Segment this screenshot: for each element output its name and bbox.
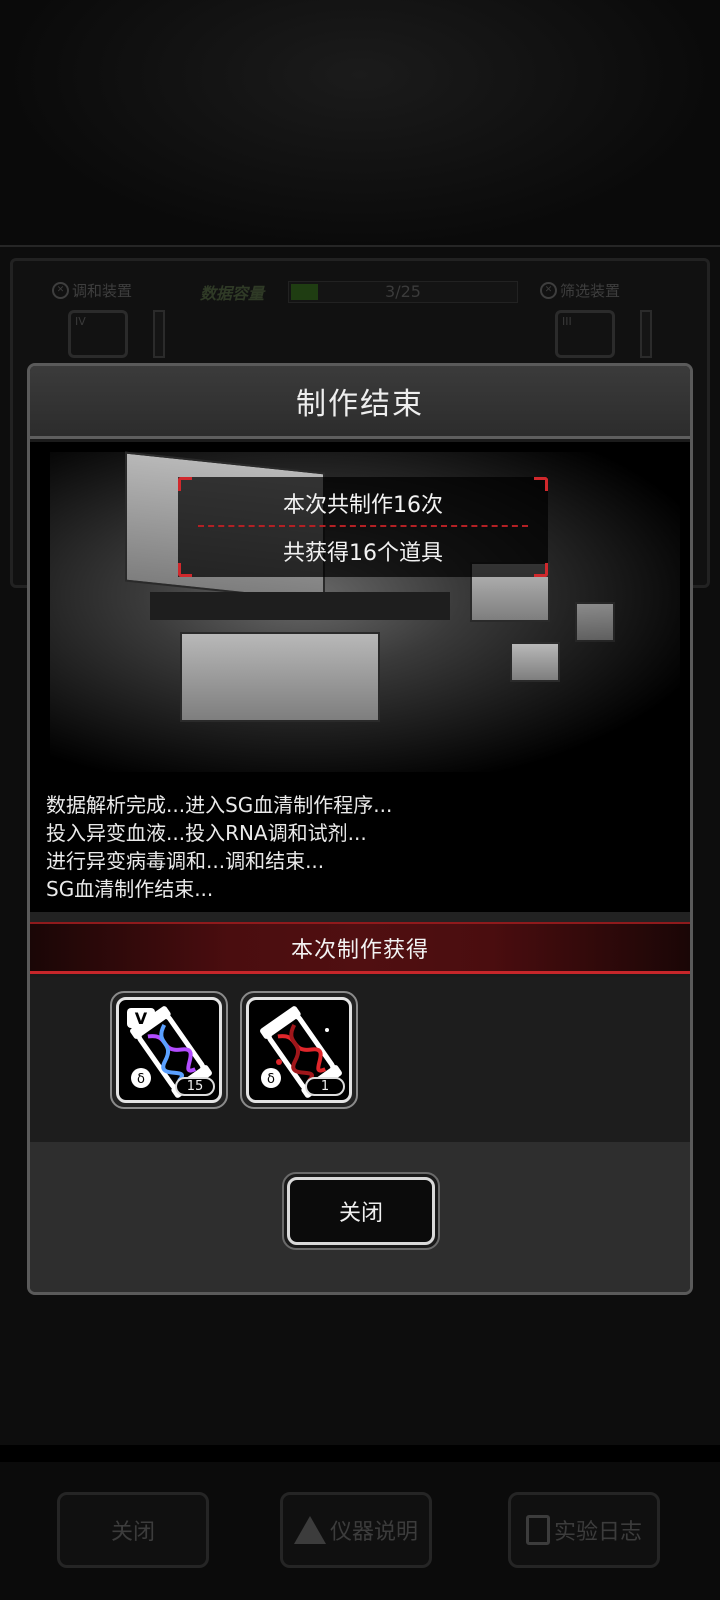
machine-tag: IV xyxy=(75,315,86,328)
capacity-bar: 3/25 xyxy=(288,281,518,303)
lab-scene-image: 本次共制作16次 共获得16个道具 xyxy=(30,442,690,775)
machine-tag: III xyxy=(562,315,572,328)
reward-item[interactable]: V δ 15 xyxy=(110,991,228,1109)
scene-box xyxy=(575,602,615,642)
crafting-result-dialog: 制作结束 本次共制作16次 共获得16个道具 数据解析完成...进入SG血清制作… xyxy=(27,363,693,1295)
total-items-text: 共获得16个道具 xyxy=(283,541,443,566)
item-frame: V δ 15 xyxy=(116,997,222,1103)
right-device-label-text: 筛选装置 xyxy=(560,282,621,300)
filter-machine: III xyxy=(555,310,615,358)
capacity-value: 3/25 xyxy=(385,282,421,301)
blending-machine: IV xyxy=(68,310,128,358)
dialog-title: 制作结束 xyxy=(296,387,424,422)
bg-instrument-info-button: 仪器说明 xyxy=(280,1492,432,1568)
scene-drawer xyxy=(180,632,380,722)
left-device-label-text: 调和装置 xyxy=(72,282,133,300)
dialog-header: 制作结束 xyxy=(30,366,690,439)
log-line: 数据解析完成...进入SG血清制作程序... xyxy=(46,793,393,817)
close-button-frame: 关闭 xyxy=(282,1172,440,1250)
item-frame: δ 1 xyxy=(246,997,352,1103)
log-line: 进行异变病毒调和...调和结束... xyxy=(46,849,325,873)
close-button[interactable]: 关闭 xyxy=(287,1177,435,1245)
log-line: 投入异变血液...投入RNA调和试剂... xyxy=(46,821,367,845)
device-icon: ✕ xyxy=(540,282,557,299)
reward-items: V δ 15 δ 1 xyxy=(30,977,690,1142)
item-count: 15 xyxy=(175,1077,215,1096)
scene-shelf xyxy=(150,592,450,620)
bg-instrument-info-label: 仪器说明 xyxy=(329,1520,418,1545)
stats-box: 本次共制作16次 共获得16个道具 xyxy=(178,477,548,577)
scene-box xyxy=(510,642,560,682)
machine-gauge xyxy=(640,310,652,358)
log-line: SG血清制作结束... xyxy=(46,877,214,901)
device-icon: ✕ xyxy=(52,282,69,299)
bg-lab-log-button: 实验日志 xyxy=(508,1492,660,1568)
item-count: 1 xyxy=(305,1077,345,1096)
background-scene xyxy=(0,0,720,250)
machine-gauge xyxy=(153,310,165,358)
total-made-text: 本次共制作16次 xyxy=(283,493,443,518)
right-device-label: ✕ 筛选装置 xyxy=(540,280,620,301)
warning-icon xyxy=(293,1516,326,1544)
capacity-label: 数据容量 xyxy=(200,284,265,303)
svg-text:V: V xyxy=(135,1009,148,1028)
stats-divider xyxy=(198,525,528,527)
bg-close-button: 关闭 xyxy=(57,1492,209,1568)
bg-lab-log-label: 实验日志 xyxy=(553,1520,642,1545)
dialog-footer: 关闭 xyxy=(30,1142,690,1292)
reward-item[interactable]: δ 1 xyxy=(240,991,358,1109)
svg-text:δ: δ xyxy=(137,1072,145,1087)
process-log: 数据解析完成...进入SG血清制作程序... 投入异变血液...投入RNA调和试… xyxy=(30,775,690,912)
rewards-header: 本次制作获得 xyxy=(30,922,690,974)
rewards-title: 本次制作获得 xyxy=(290,937,429,963)
document-icon xyxy=(525,1515,550,1545)
left-device-label: ✕ 调和装置 xyxy=(52,280,132,301)
bg-close-label: 关闭 xyxy=(110,1520,155,1545)
svg-text:δ: δ xyxy=(267,1072,275,1087)
